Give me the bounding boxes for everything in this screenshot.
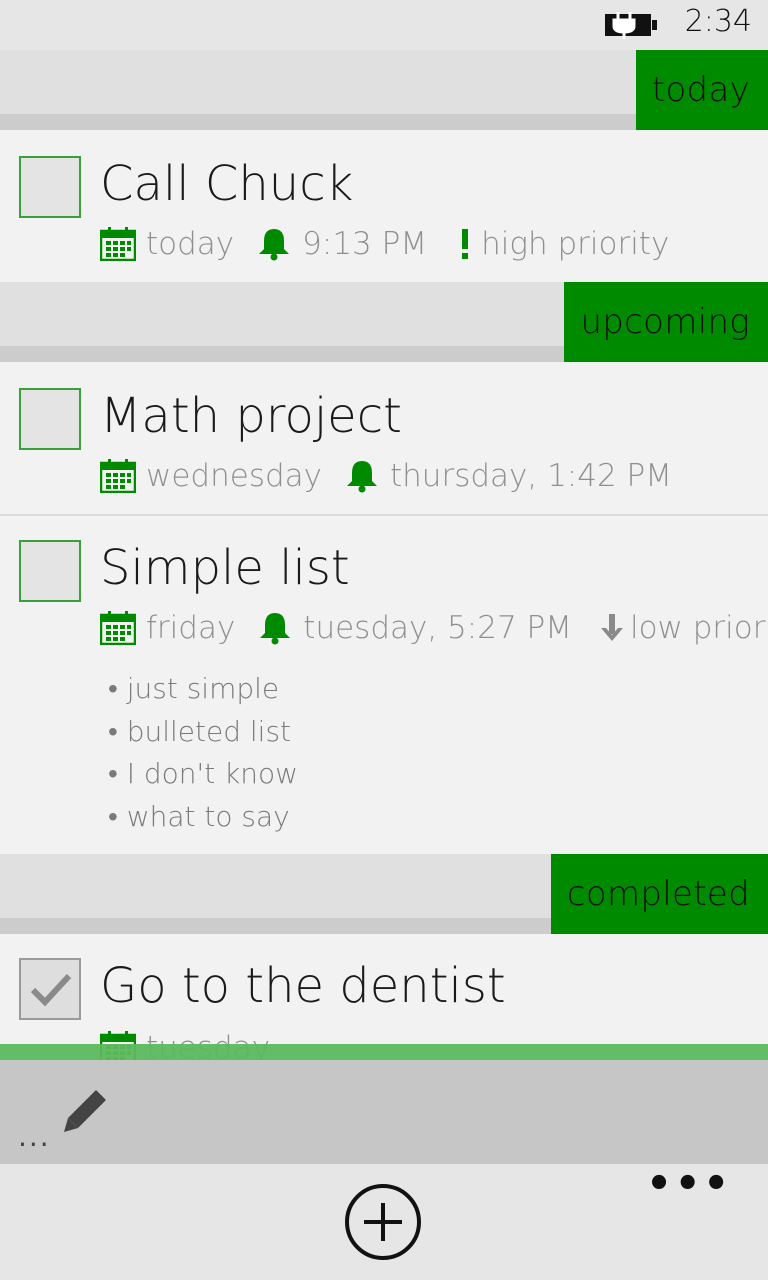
group-header-today: today bbox=[0, 50, 768, 130]
reminder-time: tuesday, 5:27 PM bbox=[303, 610, 572, 646]
task-item[interactable]: Go to the dentist tuesday bbox=[0, 934, 768, 1066]
task-title: Call Chuck bbox=[100, 156, 354, 212]
note-item: • bulleted list bbox=[108, 714, 292, 748]
edit-ellipsis[interactable]: ... bbox=[18, 1120, 51, 1153]
group-tag-today[interactable]: today bbox=[635, 50, 768, 130]
status-bar: 2:34 bbox=[0, 0, 768, 50]
down-arrow-icon bbox=[600, 614, 623, 641]
due-date: wednesday bbox=[146, 458, 322, 494]
pencil-icon[interactable] bbox=[60, 1086, 110, 1136]
task-notes: • just simple • bulleted list • I don't … bbox=[108, 668, 298, 838]
group-tag-upcoming[interactable]: upcoming bbox=[564, 282, 768, 362]
checkmark-icon bbox=[30, 973, 72, 1007]
task-checkbox[interactable] bbox=[19, 388, 81, 450]
note-item: • I don't know bbox=[108, 757, 299, 790]
task-title: Go to the dentist bbox=[100, 958, 506, 1014]
task-checkbox[interactable] bbox=[19, 958, 81, 1020]
status-time: 2:34 bbox=[684, 4, 752, 39]
group-header-completed: completed bbox=[0, 854, 768, 934]
task-title: Math project bbox=[100, 388, 402, 444]
task-meta: wednesday thursday, 1:42 PM bbox=[100, 454, 672, 498]
due-date: today bbox=[146, 226, 235, 262]
bell-icon bbox=[259, 229, 290, 261]
reminder-time: 9:13 PM bbox=[302, 226, 428, 262]
task-item[interactable]: Simple list friday tuesday, 5:27 PM low … bbox=[0, 516, 768, 852]
priority-label: high priority bbox=[481, 226, 670, 262]
calendar-icon bbox=[100, 611, 136, 645]
reminder-time: thursday, 1:42 PM bbox=[390, 458, 672, 494]
group-tag-completed[interactable]: completed bbox=[550, 854, 768, 934]
calendar-icon bbox=[100, 227, 136, 261]
priority-label: low priority bbox=[629, 610, 768, 646]
task-checkbox[interactable] bbox=[19, 156, 81, 218]
task-item[interactable]: Call Chuck today 9:13 PM high priority bbox=[0, 130, 768, 282]
bell-icon bbox=[347, 461, 377, 493]
more-button[interactable]: ••• bbox=[646, 1164, 732, 1204]
battery-charging-icon bbox=[605, 12, 657, 39]
edit-bar[interactable] bbox=[0, 1060, 768, 1164]
group-header-upcoming: upcoming bbox=[0, 282, 768, 362]
calendar-icon bbox=[100, 459, 136, 493]
bell-icon bbox=[260, 613, 291, 645]
task-title: Simple list bbox=[100, 540, 350, 596]
task-meta: today 9:13 PM high priority bbox=[100, 222, 669, 266]
note-item: • just simple bbox=[108, 672, 280, 705]
selection-strip bbox=[0, 1044, 768, 1060]
task-checkbox[interactable] bbox=[19, 540, 81, 602]
exclamation-icon bbox=[462, 229, 469, 259]
add-button[interactable] bbox=[345, 1184, 421, 1260]
task-meta: friday tuesday, 5:27 PM low priority bbox=[100, 606, 768, 650]
task-item[interactable]: Math project wednesday thursday, 1:42 PM bbox=[0, 362, 768, 514]
note-item: • what to say bbox=[108, 799, 290, 833]
due-date: friday bbox=[146, 610, 236, 646]
